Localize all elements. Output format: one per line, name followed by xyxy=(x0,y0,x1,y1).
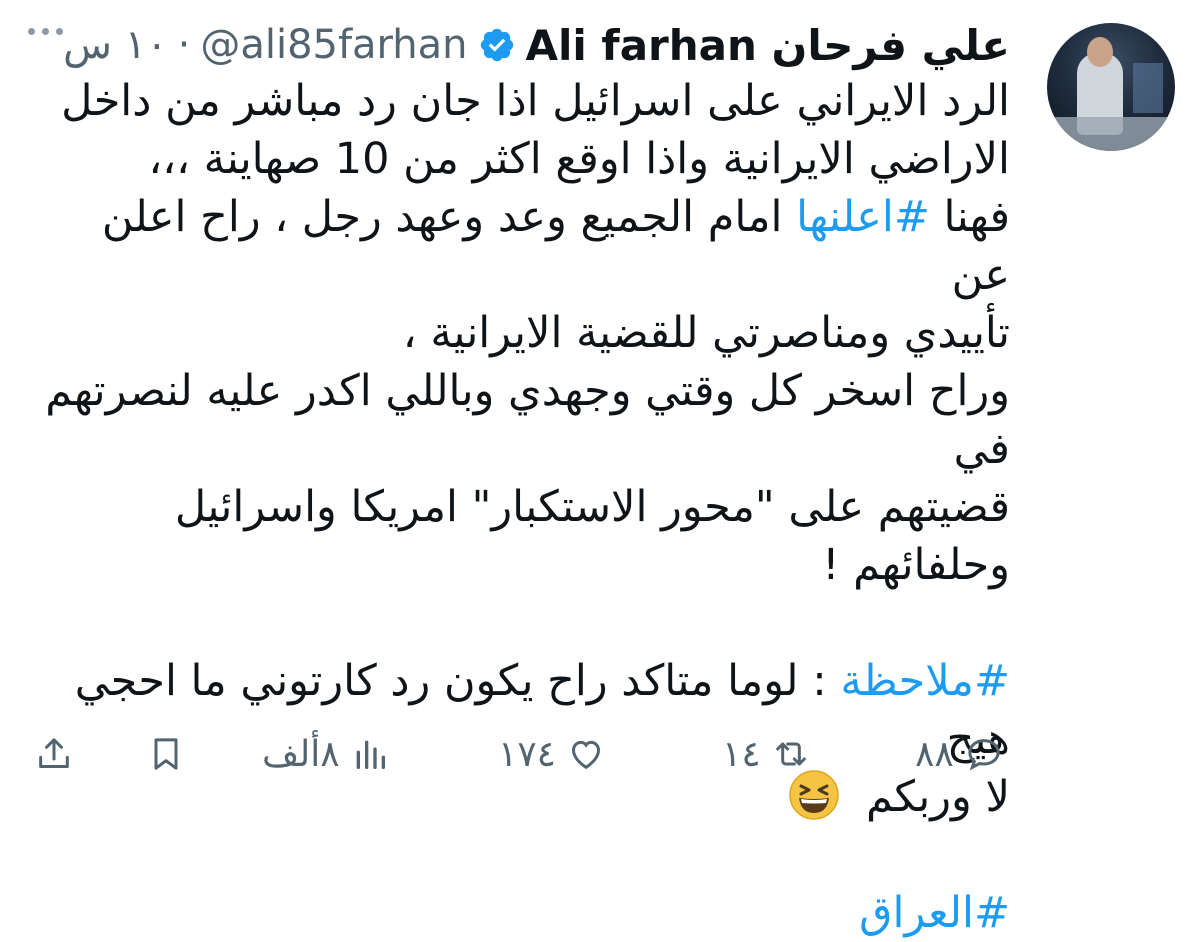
analytics-icon xyxy=(356,740,385,769)
retweet-icon xyxy=(775,742,806,766)
more-options-icon[interactable] xyxy=(28,28,63,35)
text-line: الرد الايراني على اسرائيل اذا جان رد مبا… xyxy=(61,76,1010,126)
text-line: قضيتهم على "محور الاستكبار" امريكا واسرا… xyxy=(174,482,1010,590)
display-name[interactable]: Ali farhan علي فرحان xyxy=(526,21,1010,70)
bookmark-button[interactable] xyxy=(146,730,186,778)
share-button[interactable] xyxy=(34,730,74,778)
hashtag-link[interactable]: #ملاحظة xyxy=(840,656,1010,706)
like-count: ١٧٤ xyxy=(498,733,557,775)
hashtag-link[interactable]: #العراق xyxy=(859,888,1010,938)
avatar[interactable] xyxy=(1047,23,1175,151)
avatar-desk xyxy=(1047,117,1175,151)
text-line: وراح اسخر كل وقتي وجهدي وباللي اكدر عليه… xyxy=(45,366,1010,474)
bookmark-icon xyxy=(154,738,178,770)
heart-icon xyxy=(572,740,601,770)
text-line: فهنا #اعلنها امام الجميع وعد وعهد رجل ، … xyxy=(30,188,1010,304)
verified-badge-icon xyxy=(480,28,513,62)
hashtag-link[interactable]: #اعلنها xyxy=(796,192,930,242)
reply-count: ٨٨ xyxy=(915,733,954,775)
avatar-background-screen xyxy=(1133,63,1163,113)
tweet-header: Ali farhan علي فرحان @ali85farhan · ١٠ س xyxy=(63,20,1010,70)
text-line: #العراق xyxy=(30,884,1010,942)
tweet-timestamp[interactable]: ١٠ س xyxy=(63,22,168,68)
like-button[interactable]: ١٧٤ xyxy=(498,730,606,778)
text-line: تأييدي ومناصرتي للقضية الايرانية ، xyxy=(402,308,1010,358)
share-icon xyxy=(39,738,69,768)
retweet-button[interactable]: ١٤ xyxy=(722,730,811,778)
reply-icon xyxy=(968,739,1000,771)
retweet-count: ١٤ xyxy=(722,733,761,775)
tweet-body: الرد الايراني على اسرائيل اذا جان رد مبا… xyxy=(30,72,1010,942)
views-button[interactable]: ٨ألف xyxy=(262,730,390,778)
separator-dot: · xyxy=(177,22,191,68)
reply-button[interactable]: ٨٨ xyxy=(915,730,1004,778)
text-fragment: فهنا xyxy=(943,192,1010,242)
views-count: ٨ألف xyxy=(262,733,340,775)
text-line: الاراضي الايرانية واذا اوقع اكثر من 10 ص… xyxy=(148,134,1010,184)
tweet-actions: ٨٨ ١٤ ١٧٤ ٨ألف xyxy=(0,730,1200,782)
avatar-head xyxy=(1087,37,1113,67)
user-handle[interactable]: @ali85farhan xyxy=(200,22,467,68)
